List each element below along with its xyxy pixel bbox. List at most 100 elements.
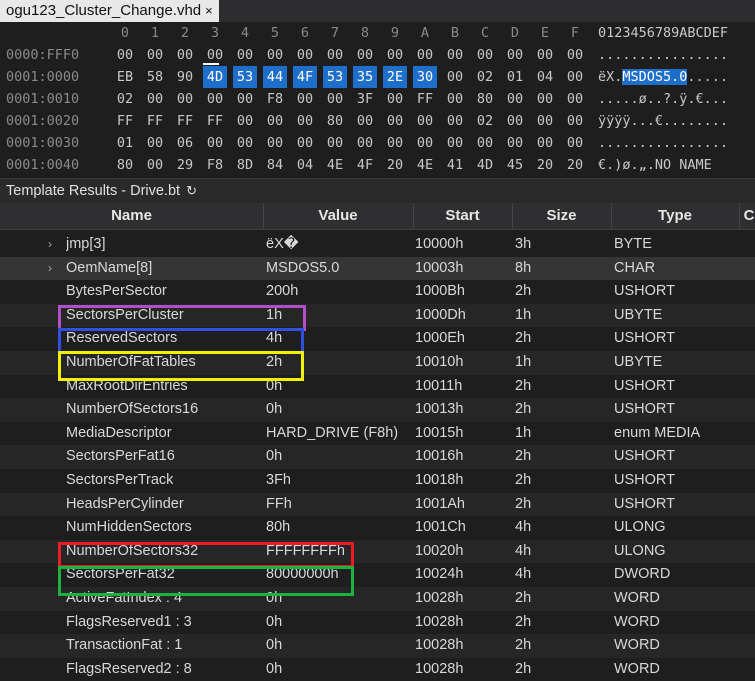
hex-row[interactable]: 0001:0040 80 00 29 F8 8D 84 04 4E 4F 20 4E 41 4D 45 20 2… bbox=[0, 154, 755, 176]
column-header-value[interactable]: Value bbox=[263, 203, 414, 229]
hex-byte[interactable]: 00 bbox=[353, 110, 377, 132]
hex-byte[interactable]: 00 bbox=[533, 132, 557, 154]
hex-byte[interactable]: 02 bbox=[473, 110, 497, 132]
hex-byte[interactable]: 00 bbox=[233, 132, 257, 154]
hex-row[interactable]: 0001:0030 01 00 06 00 00 00 00 00 00 00 00 00 00 00 00 0… bbox=[0, 132, 755, 154]
hex-byte[interactable]: 00 bbox=[533, 110, 557, 132]
hex-byte[interactable]: EB bbox=[113, 66, 137, 88]
hex-byte[interactable]: FF bbox=[413, 88, 437, 110]
template-row[interactable]: HeadsPerCylinder FFh 1001Ah 2h USHORT bbox=[0, 492, 755, 517]
hex-byte[interactable]: FF bbox=[113, 110, 137, 132]
hex-byte[interactable]: 00 bbox=[503, 44, 527, 66]
hex-ascii[interactable]: ëX.MSDOS5.0..... bbox=[598, 66, 728, 88]
hex-byte[interactable]: 90 bbox=[173, 66, 197, 88]
refresh-icon[interactable]: ↻ bbox=[186, 183, 197, 198]
hex-byte[interactable]: 8D bbox=[233, 154, 257, 176]
template-row[interactable]: NumberOfFatTables 2h 10010h 1h UBYTE bbox=[0, 351, 755, 375]
hex-byte[interactable]: 80 bbox=[323, 110, 347, 132]
hex-byte[interactable]: 00 bbox=[383, 44, 407, 66]
hex-byte[interactable]: 45 bbox=[503, 154, 527, 176]
hex-byte[interactable]: 00 bbox=[413, 110, 437, 132]
hex-byte[interactable]: 00 bbox=[323, 88, 347, 110]
hex-byte[interactable]: 00 bbox=[473, 132, 497, 154]
hex-byte[interactable]: F8 bbox=[263, 88, 287, 110]
hex-byte[interactable]: 00 bbox=[503, 132, 527, 154]
hex-byte[interactable]: 84 bbox=[263, 154, 287, 176]
template-row[interactable]: FlagsReserved1 : 3 0h 10028h 2h WORD bbox=[0, 611, 755, 635]
template-row[interactable]: SectorsPerFat16 0h 10016h 2h USHORT bbox=[0, 445, 755, 469]
hex-byte[interactable]: 4E bbox=[413, 154, 437, 176]
hex-byte[interactable]: 04 bbox=[293, 154, 317, 176]
hex-byte[interactable]: 00 bbox=[563, 44, 587, 66]
template-row[interactable]: BytesPerSector 200h 1000Bh 2h USHORT bbox=[0, 280, 755, 304]
template-row[interactable]: MediaDescriptor HARD_DRIVE (F8h) 10015h 1h e… bbox=[0, 422, 755, 446]
template-row[interactable]: NumberOfSectors32 FFFFFFFFh 10020h 4h ULONG bbox=[0, 539, 755, 564]
hex-byte[interactable]: FF bbox=[203, 110, 227, 132]
template-row[interactable]: MaxRootDirEntries 0h 10011h 2h USHORT bbox=[0, 375, 755, 399]
hex-byte[interactable]: 30 bbox=[413, 66, 437, 88]
hex-byte[interactable]: 00 bbox=[233, 44, 257, 66]
hex-byte[interactable]: 00 bbox=[143, 88, 167, 110]
hex-row[interactable]: 0000:FFF0 00 00 00 00 00 00 00 00 00 00 00 00 00 00 00 0… bbox=[0, 44, 755, 66]
hex-ascii[interactable]: ................ bbox=[598, 44, 728, 66]
hex-byte[interactable]: 00 bbox=[323, 44, 347, 66]
hex-byte[interactable]: 00 bbox=[173, 44, 197, 66]
template-row[interactable]: TransactionFat : 1 0h 10028h 2h WORD bbox=[0, 634, 755, 658]
hex-byte[interactable]: 00 bbox=[203, 132, 227, 154]
hex-byte[interactable]: 00 bbox=[443, 66, 467, 88]
hex-ascii[interactable]: ................ bbox=[598, 132, 728, 154]
hex-row[interactable]: 0001:0020 FF FF FF FF 00 00 00 80 00 00 00 00 02 00 00 0… bbox=[0, 110, 755, 132]
hex-byte[interactable]: 80 bbox=[113, 154, 137, 176]
hex-byte[interactable]: 00 bbox=[563, 88, 587, 110]
hex-byte[interactable]: 41 bbox=[443, 154, 467, 176]
hex-byte[interactable]: 3F bbox=[353, 88, 377, 110]
hex-byte[interactable]: FF bbox=[143, 110, 167, 132]
hex-byte[interactable]: 00 bbox=[353, 132, 377, 154]
hex-byte[interactable]: 44 bbox=[263, 66, 287, 88]
hex-byte[interactable]: 00 bbox=[563, 110, 587, 132]
hex-byte[interactable]: 00 bbox=[143, 44, 167, 66]
hex-byte[interactable]: 00 bbox=[563, 66, 587, 88]
hex-ascii[interactable]: ÿÿÿÿ...€........ bbox=[598, 110, 728, 132]
template-row[interactable]: NumHiddenSectors 80h 1001Ch 4h ULONG bbox=[0, 516, 755, 540]
template-row[interactable]: NumberOfSectors16 0h 10013h 2h USHORT bbox=[0, 398, 755, 422]
hex-byte[interactable]: 02 bbox=[473, 66, 497, 88]
hex-byte[interactable]: 20 bbox=[383, 154, 407, 176]
hex-byte[interactable]: 00 bbox=[443, 88, 467, 110]
hex-byte[interactable]: 00 bbox=[263, 110, 287, 132]
template-row[interactable]: › OemName[8] MSDOS5.0 10003h 8h CHAR bbox=[0, 256, 755, 281]
hex-byte[interactable]: 00 bbox=[263, 132, 287, 154]
hex-byte[interactable]: 00 bbox=[323, 132, 347, 154]
hex-byte[interactable]: 35 bbox=[353, 66, 377, 88]
hex-byte[interactable]: 00 bbox=[263, 44, 287, 66]
hex-byte[interactable]: 00 bbox=[383, 132, 407, 154]
hex-byte[interactable]: 00 bbox=[143, 132, 167, 154]
hex-byte[interactable]: 00 bbox=[533, 88, 557, 110]
hex-byte[interactable]: 58 bbox=[143, 66, 167, 88]
column-header-name[interactable]: Name bbox=[0, 203, 264, 229]
hex-byte[interactable]: 4F bbox=[353, 154, 377, 176]
template-row[interactable]: FlagsReserved2 : 8 0h 10028h 2h WORD bbox=[0, 658, 755, 681]
hex-byte[interactable]: 00 bbox=[383, 88, 407, 110]
hex-byte[interactable]: 00 bbox=[533, 44, 557, 66]
column-header-color[interactable]: C bbox=[739, 203, 755, 229]
hex-byte[interactable]: 00 bbox=[473, 44, 497, 66]
hex-byte[interactable]: 00 bbox=[563, 132, 587, 154]
hex-byte[interactable]: 01 bbox=[113, 132, 137, 154]
hex-byte[interactable]: 01 bbox=[503, 66, 527, 88]
hex-byte[interactable]: 00 bbox=[443, 132, 467, 154]
template-row[interactable]: ReservedSectors 4h 1000Eh 2h USHORT bbox=[0, 327, 755, 351]
hex-ascii[interactable]: .....ø..?.ÿ.€... bbox=[598, 88, 728, 110]
hex-byte[interactable]: 00 bbox=[503, 88, 527, 110]
hex-byte[interactable]: 29 bbox=[173, 154, 197, 176]
hex-byte[interactable]: 00 bbox=[173, 88, 197, 110]
template-row[interactable]: › jmp[3] ëX� 10000h 3h BYTE bbox=[0, 233, 755, 257]
hex-byte[interactable]: FF bbox=[173, 110, 197, 132]
hex-row[interactable]: 0001:0000 EB 58 90 4D 53 44 4F 53 35 2E 30 00 02 01 04 0… bbox=[0, 66, 755, 88]
hex-byte[interactable]: 00 bbox=[293, 88, 317, 110]
hex-byte[interactable]: 00 bbox=[143, 154, 167, 176]
hex-byte[interactable]: 4D bbox=[203, 66, 227, 88]
hex-byte[interactable]: 4F bbox=[293, 66, 317, 88]
hex-byte[interactable]: 00 bbox=[443, 110, 467, 132]
hex-byte[interactable]: 00 bbox=[293, 132, 317, 154]
